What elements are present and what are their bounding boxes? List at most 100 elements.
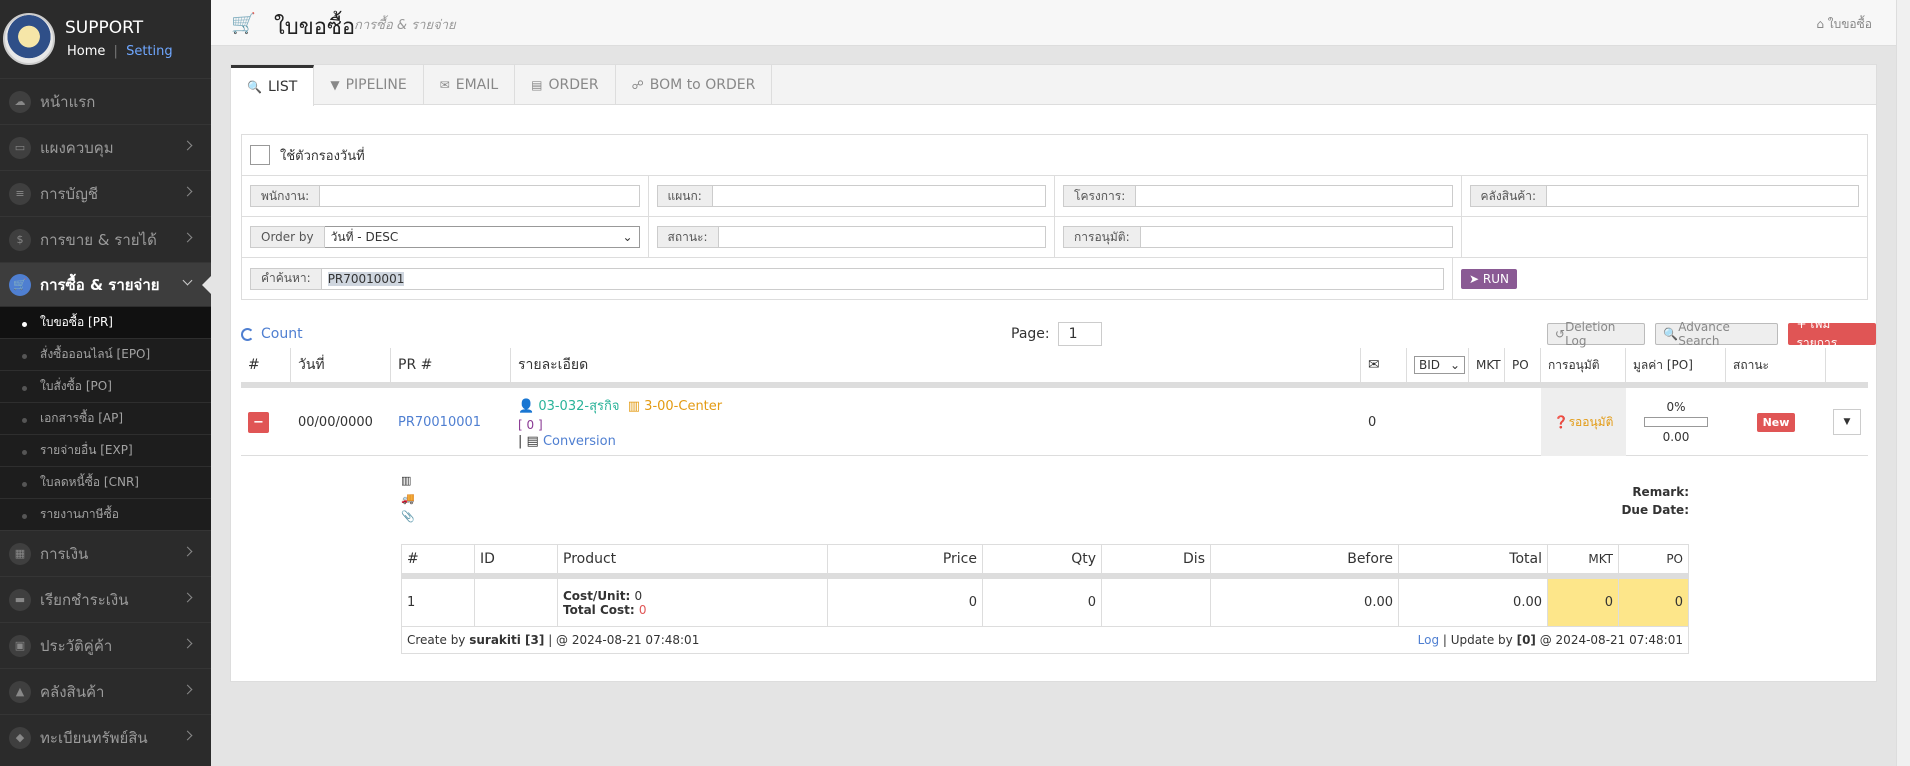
employee-input[interactable]: [320, 185, 640, 207]
row-pr-link[interactable]: PR70010001: [391, 388, 511, 456]
row-dropdown-button[interactable]: ▼: [1833, 409, 1861, 435]
search-input[interactable]: PR70010001: [321, 267, 1444, 290]
row-count: [ 0 ]: [518, 418, 543, 432]
filter-cell: คลังสินค้า:: [1462, 176, 1868, 216]
created-by: Create by surakiti [3] | @ 2024-08-21 07…: [407, 633, 699, 647]
sidebar-item-label: แผงควบคุม: [40, 138, 114, 157]
filter-panel: ใช้ตัวกรองวันที่ พนักงาน: แผนก: โครงการ:…: [241, 134, 1868, 300]
chevron-right-icon: [182, 638, 193, 649]
approval-label: การอนุมัติ:: [1063, 226, 1141, 248]
brand: SUPPORT Home | Setting: [0, 0, 211, 78]
sidebar-item-purchase[interactable]: 🛒 การซื้อ & รายจ่าย: [0, 262, 211, 306]
orderby-select[interactable]: วันที่ - DESC ⌄: [324, 226, 640, 248]
approval-input[interactable]: [1140, 226, 1453, 248]
credit-card-icon: ▬: [9, 588, 31, 611]
sidebar-item-partners[interactable]: ▣ ประวัติคู่ค้า: [0, 622, 211, 668]
sub-item-ap[interactable]: เอกสารซื้อ [AP]: [0, 402, 211, 434]
tab-list[interactable]: 🔍 LIST: [231, 65, 315, 106]
col-pr: PR #: [391, 348, 511, 382]
date-filter-label: ใช้ตัวกรองวันที่: [280, 148, 365, 164]
drow-product: Cost/Unit: 0 Total Cost: 0: [558, 579, 828, 626]
orderby-value: วันที่ - DESC: [330, 229, 399, 244]
contact-icon: ▣: [9, 634, 31, 657]
tab-order[interactable]: ▤ ORDER: [515, 65, 616, 105]
update-time: @ 2024-08-21 07:48:01: [1539, 633, 1683, 647]
row-center[interactable]: 3-00-Center: [644, 399, 722, 414]
log-link[interactable]: Log: [1418, 633, 1439, 647]
sidebar-item-billing[interactable]: ▬ เรียกชำระเงิน: [0, 576, 211, 622]
sub-item-epo[interactable]: สั่งซื้อออนไลน์ [EPO]: [0, 338, 211, 370]
chevron-right-icon: [182, 730, 193, 741]
sidebar-item-accounting[interactable]: ≡ การบัญชี: [0, 170, 211, 216]
row-employee[interactable]: 03-032-สุรกิจ: [538, 399, 619, 414]
warehouse-input[interactable]: [1547, 185, 1859, 207]
search-label: คำค้นหา:: [250, 267, 322, 290]
envelope-icon: ✉: [439, 78, 450, 92]
bid-select[interactable]: BID ⌄: [1414, 356, 1466, 374]
filter-cell: พนักงาน:: [242, 176, 649, 216]
breadcrumb[interactable]: ⌂ ใบขอซื้อ: [1816, 15, 1872, 34]
dcol-dis: Dis: [1102, 545, 1211, 573]
chevron-down-icon: ⌄: [1450, 358, 1461, 372]
building-icon: ▥: [627, 399, 645, 414]
department-input[interactable]: [712, 185, 1046, 207]
paperclip-icon[interactable]: 📎: [401, 508, 415, 526]
project-input[interactable]: [1136, 185, 1453, 207]
drow-po: 0: [1619, 579, 1688, 626]
sidebar-item-finance[interactable]: ▦ การเงิน: [0, 530, 211, 576]
collapse-button[interactable]: −: [248, 411, 269, 433]
cost-unit-label: Cost/Unit:: [563, 588, 631, 603]
home-link[interactable]: Home: [67, 44, 105, 59]
status-input[interactable]: [718, 226, 1046, 248]
sub-item-tax-report[interactable]: รายงานภาษีซื้อ: [0, 498, 211, 530]
sidebar-item-label: ประวัติคู่ค้า: [40, 636, 113, 655]
row-value-amount: 0.00: [1662, 430, 1690, 444]
dcol-product: Product: [558, 545, 828, 573]
sidebar-item-sales[interactable]: $ การขาย & รายได้: [0, 216, 211, 262]
sidebar-item-label: ทะเบียนทรัพย์สิน: [40, 728, 148, 747]
tab-pipeline[interactable]: ▼ PIPELINE: [314, 65, 424, 105]
row-actions: ▼: [1826, 388, 1868, 456]
sidebar-item-warehouse[interactable]: ▲ คลังสินค้า: [0, 668, 211, 714]
dcol-before: Before: [1211, 545, 1399, 573]
tab-email[interactable]: ✉ EMAIL: [424, 65, 516, 105]
date-filter-checkbox[interactable]: [250, 145, 270, 165]
search-icon: 🔍: [1663, 327, 1679, 341]
sub-item-pr[interactable]: ใบขอซื้อ [PR]: [0, 306, 211, 338]
date-filter-cell: ใช้ตัวกรองวันที่: [242, 135, 1867, 175]
conversion-link[interactable]: Conversion: [543, 434, 616, 449]
page-scrollbar[interactable]: [1896, 0, 1910, 766]
drow-id: [475, 579, 558, 626]
count-label: Count: [261, 326, 303, 342]
home-icon: ⌂: [1816, 17, 1828, 31]
add-item-button[interactable]: + เพิ่มรายการ: [1788, 317, 1876, 350]
sub-item-po[interactable]: ใบสั่งซื้อ [PO]: [0, 370, 211, 402]
sub-item-exp[interactable]: รายจ่ายอื่น [EXP]: [0, 434, 211, 466]
setting-link[interactable]: Setting: [126, 44, 173, 59]
create-time: | @ 2024-08-21 07:48:01: [548, 633, 700, 647]
col-status: สถานะ: [1726, 348, 1826, 382]
filter-icon: ▼: [330, 78, 340, 92]
deletion-log-button[interactable]: ↺ Deletion Log: [1547, 320, 1646, 348]
sidebar-item-home[interactable]: ☁ หน้าแรก: [0, 78, 211, 124]
count-button[interactable]: Count: [241, 323, 303, 345]
filter-cell-empty: [1462, 217, 1868, 257]
sub-item-cnr[interactable]: ใบลดหนี้ซื้อ [CNR]: [0, 466, 211, 498]
sidebar-item-label: การเงิน: [40, 544, 89, 563]
sidebar-item-label: การขาย & รายได้: [40, 230, 157, 249]
envelope-icon: ✉: [1368, 357, 1380, 373]
rocket-icon: ➤: [1469, 271, 1483, 286]
sidebar-item-assets[interactable]: ◆ ทะเบียนทรัพย์สิน: [0, 714, 211, 760]
sidebar-item-label: คลังสินค้า: [40, 682, 105, 701]
progress-bar: [1644, 417, 1708, 427]
sidebar-item-dashboard[interactable]: ▭ แผงควบคุม: [0, 124, 211, 170]
advance-search-button[interactable]: 🔍 Advance Search: [1655, 320, 1779, 348]
tab-bom-to-order[interactable]: ☍ BOM to ORDER: [616, 65, 773, 105]
truck-icon[interactable]: 🚚: [401, 490, 415, 508]
dcol-num: #: [402, 545, 475, 573]
row-bid: [1407, 388, 1469, 456]
barcode-icon[interactable]: ▥: [401, 472, 415, 490]
run-button[interactable]: ➤ RUN: [1461, 268, 1517, 289]
page-input[interactable]: 1: [1057, 322, 1102, 346]
detail-remarks: Remark: Due Date:: [1621, 483, 1689, 519]
